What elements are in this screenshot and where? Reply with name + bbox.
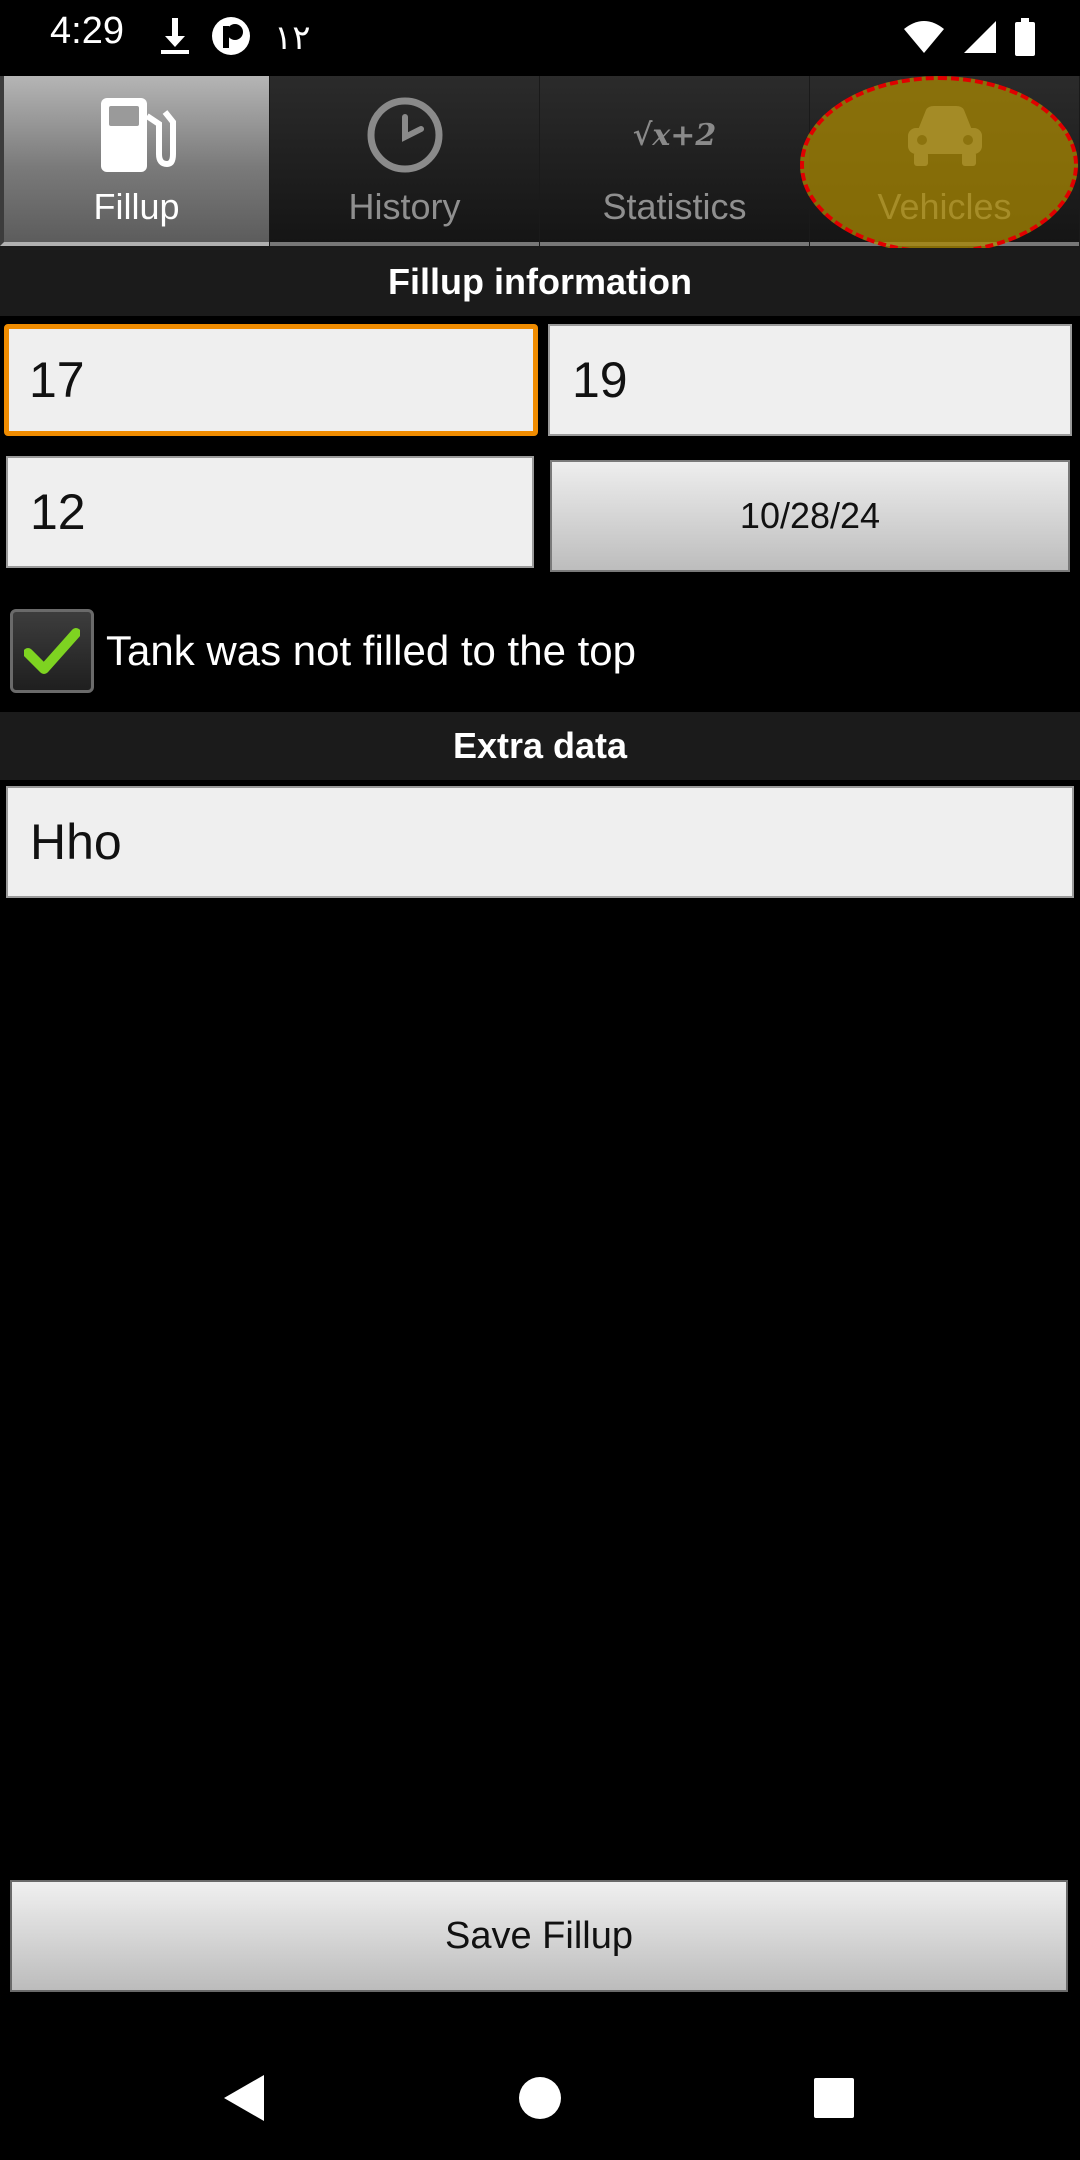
tab-vehicles[interactable]: Vehicles <box>810 76 1079 246</box>
fillup-field-2[interactable] <box>548 324 1072 436</box>
formula-icon-text: √x+2 <box>632 117 717 153</box>
tab-fillup-label: Fillup <box>93 186 180 227</box>
status-bar: 4:29 ١٢ <box>0 0 1080 76</box>
partial-fill-checkbox[interactable] <box>10 609 94 693</box>
tab-bar: Fillup History √x+2 Statistics Vehicles <box>0 76 1080 250</box>
clock-icon <box>360 94 450 176</box>
checkmark-icon <box>24 628 80 674</box>
wifi-icon <box>902 19 946 60</box>
date-picker-button[interactable]: 10/28/24 <box>550 460 1070 572</box>
formula-icon: √x+2 <box>630 94 720 176</box>
partial-fill-checkbox-row[interactable]: Tank was not filled to the top <box>10 608 636 694</box>
fuel-pump-icon <box>92 94 182 176</box>
extra-data-field[interactable] <box>6 786 1074 898</box>
battery-icon <box>1014 17 1036 61</box>
download-icon <box>158 16 192 61</box>
save-fillup-button[interactable]: Save Fillup <box>10 1880 1068 1992</box>
tab-vehicles-label: Vehicles <box>877 186 1012 227</box>
back-icon[interactable] <box>214 2068 274 2128</box>
car-icon <box>900 94 990 176</box>
navigation-bar <box>0 2024 1080 2160</box>
tab-fillup[interactable]: Fillup <box>0 76 269 246</box>
status-time: 4:29 <box>50 10 124 52</box>
status-right-icons <box>902 14 1036 64</box>
tab-history-label: History <box>348 186 461 227</box>
signal-icon <box>962 19 998 60</box>
status-extra-text: ١٢ <box>274 19 311 57</box>
fillup-information-header: Fillup information <box>0 248 1080 316</box>
recents-icon[interactable] <box>804 2068 864 2128</box>
status-left-icons: ١٢ <box>158 12 311 64</box>
app-notification-icon <box>210 15 252 62</box>
fillup-field-3[interactable] <box>6 456 534 568</box>
tab-statistics-label: Statistics <box>602 186 747 227</box>
screen: 4:29 ١٢ Fillup History √x+2 Statistics V… <box>0 0 1080 2160</box>
home-icon[interactable] <box>510 2068 570 2128</box>
extra-data-header: Extra data <box>0 712 1080 780</box>
partial-fill-label: Tank was not filled to the top <box>106 627 636 674</box>
fillup-field-1[interactable] <box>4 324 538 436</box>
tab-history[interactable]: History <box>270 76 539 246</box>
tab-statistics[interactable]: √x+2 Statistics <box>540 76 809 246</box>
